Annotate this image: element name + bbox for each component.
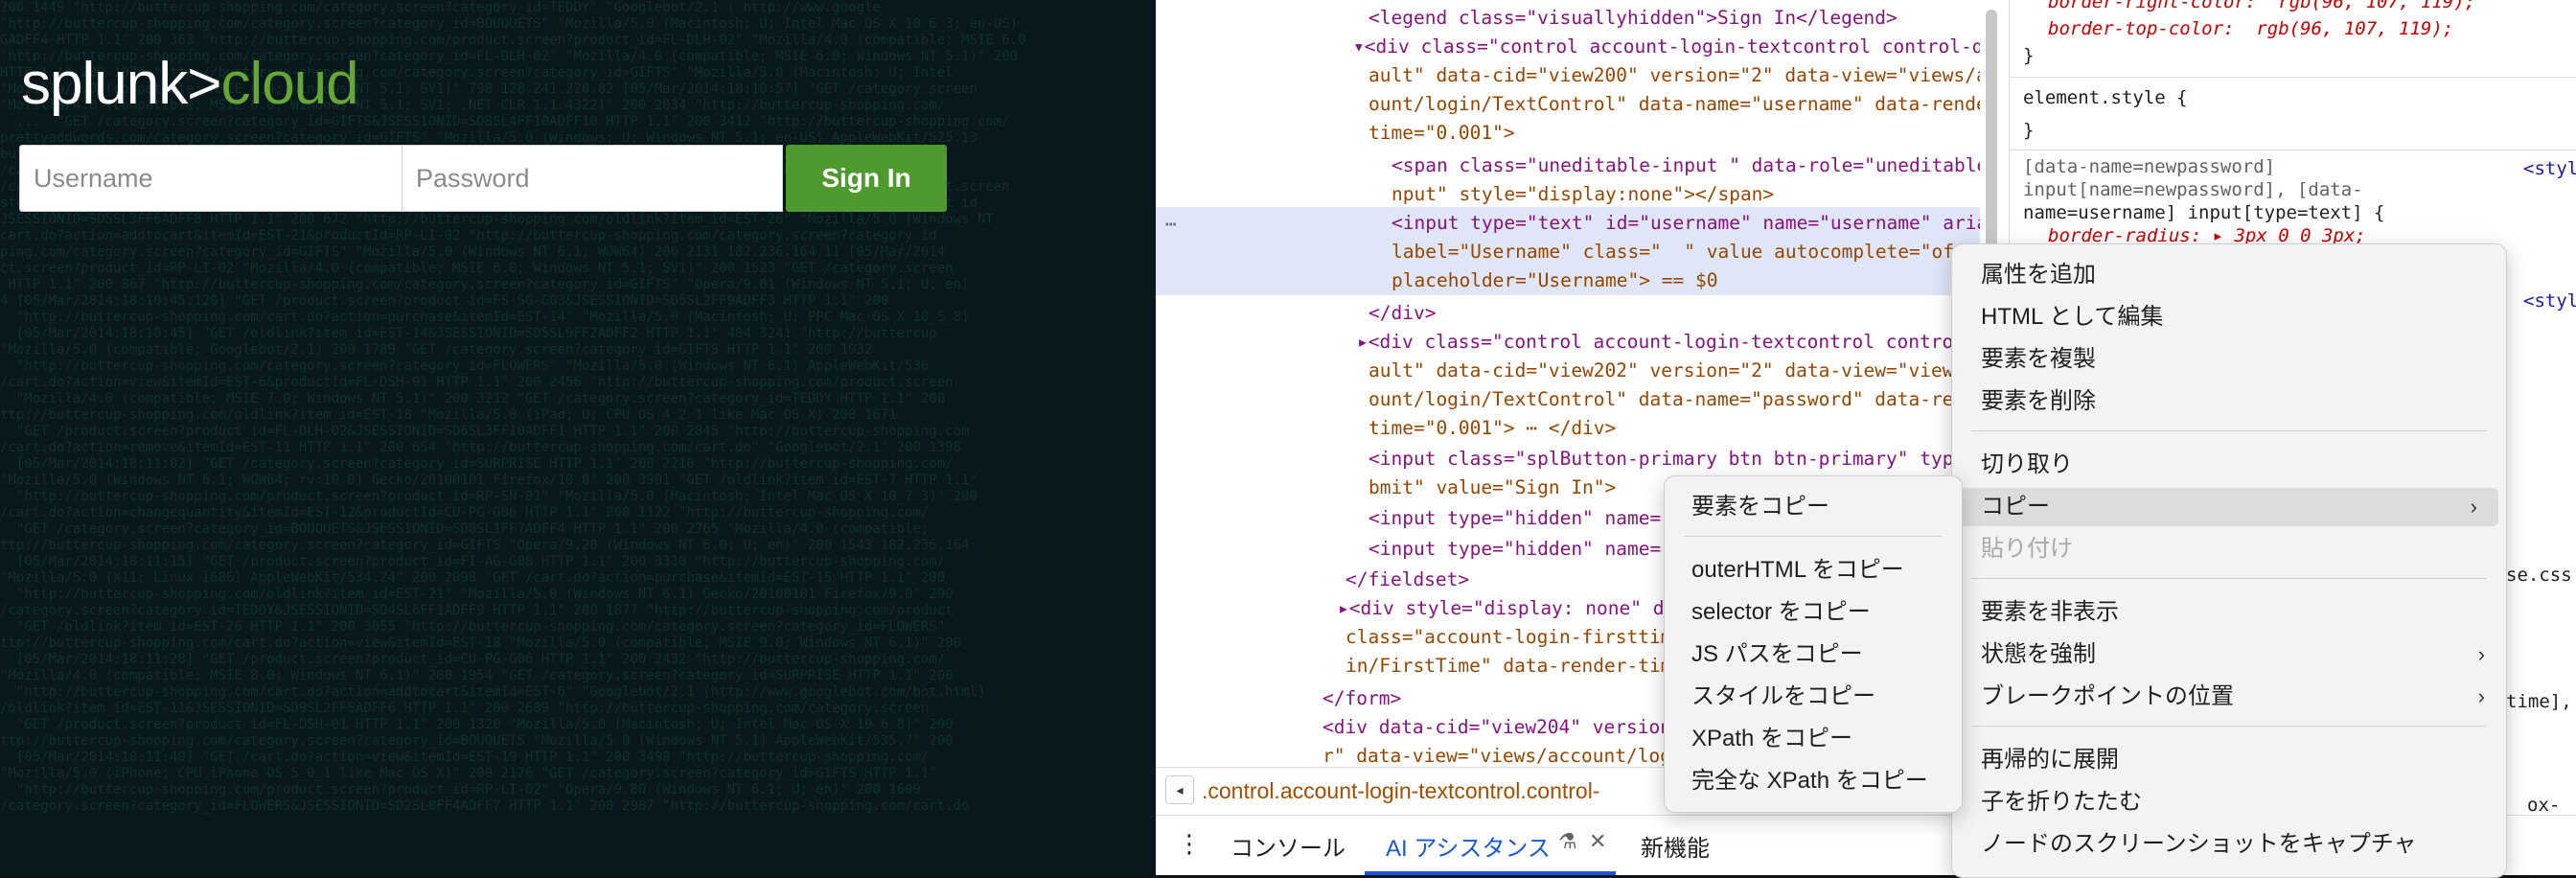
tree-line[interactable]: ault" data-cid="view202" version="2" dat… <box>1368 357 1980 385</box>
menu-item-force-state[interactable]: 状態を強制 › <box>1952 635 2506 674</box>
tree-line[interactable]: <input type="hidden" name="r <box>1368 535 1684 564</box>
style-declaration[interactable]: border-top-color: rgb(96, 107, 119); <box>2048 15 2453 42</box>
menu-item-copy[interactable]: コピー › <box>1960 488 2498 526</box>
tree-line[interactable]: <div data-cid="view204" version= <box>1322 713 1683 742</box>
splunk-login-page: 200 1449 "http://buttercup-shopping.com/… <box>0 0 1156 874</box>
tree-line[interactable]: time="0.001"> ⋯ </div> <box>1368 414 1616 443</box>
password-field[interactable]: Password <box>402 145 783 212</box>
stylesheet-link[interactable]: <style <box>2523 155 2576 182</box>
rule-close: } <box>2023 120 2035 141</box>
menu-item-break-on[interactable]: ブレークポイントの位置 › <box>1952 678 2506 716</box>
menu-item-paste: 貼り付け <box>1981 536 2073 562</box>
tree-line[interactable]: ▸<div style="display: none" dat <box>1338 594 1687 623</box>
tree-line[interactable]: ount/login/TextControl" data-name="passw… <box>1368 385 1980 414</box>
splunk-cloud-logo: splunk>cloud <box>21 51 359 117</box>
node-more-icon[interactable]: ⋯ <box>1165 210 1177 239</box>
tree-line[interactable]: r" data-view="views/account/login <box>1322 742 1693 767</box>
chevron-right-icon: › <box>2477 684 2485 708</box>
experiment-flask-icon: ⚗ <box>1558 829 1577 853</box>
menu-item-cut[interactable]: 切り取り <box>1952 446 2506 484</box>
tree-line[interactable]: bmit" value="Sign In"> <box>1368 474 1616 502</box>
tab-whats-new[interactable]: 新機能 <box>1641 829 1710 863</box>
menu-item-copy-xpath[interactable]: XPath をコピー <box>1665 720 1962 758</box>
tree-line[interactable]: ount/login/TextControl" data-name="usern… <box>1368 90 1980 119</box>
tree-line[interactable]: nput" style="display:none"></span> <box>1392 180 1774 209</box>
tree-line[interactable]: class="account-login-firsttime <box>1346 623 1683 652</box>
tree-line[interactable]: <span class="uneditable-input " data-rol… <box>1392 151 1980 180</box>
chevron-right-icon: › <box>2477 642 2485 666</box>
stylesheet-link[interactable]: <style <box>2523 288 2576 314</box>
tree-line[interactable]: </fieldset> <box>1346 566 1469 594</box>
tree-line-selected[interactable]: <input type="text" id="username" name="u… <box>1392 209 1980 238</box>
menu-item-duplicate-element[interactable]: 要素を複製 <box>1952 340 2506 379</box>
tree-line[interactable]: time="0.001"> <box>1368 119 1515 148</box>
menu-item-copy-js-path[interactable]: JS パスをコピー <box>1665 635 1962 674</box>
tree-line-selected[interactable]: label="Username" class=" " value autocom… <box>1392 238 1980 266</box>
tree-line[interactable]: </form> <box>1322 684 1401 713</box>
tree-line[interactable]: ▾<div class="control account-login-textc… <box>1353 33 1980 61</box>
tab-console[interactable]: コンソール <box>1230 829 1346 863</box>
menu-item-copy-selector[interactable]: selector をコピー <box>1665 593 1962 632</box>
menu-item-add-attribute[interactable]: 属性を追加 <box>1952 256 2506 294</box>
menu-item-copy-styles[interactable]: スタイルをコピー <box>1665 678 1962 716</box>
menu-item-delete-element[interactable]: 要素を削除 <box>1952 382 2506 421</box>
tree-line[interactable]: </div> <box>1368 299 1436 328</box>
tree-line-selected[interactable]: placeholder="Username"> == $0 <box>1392 266 1717 295</box>
tree-line[interactable]: ▸<div class="control account-login-textc… <box>1357 328 1980 357</box>
menu-item-edit-as-html[interactable]: HTML として編集 <box>1952 298 2506 336</box>
element-style-selector[interactable]: element.style { <box>2023 84 2188 111</box>
style-fragment: time], <box>2506 691 2572 712</box>
stylesheet-link[interactable]: se.css <box>2506 562 2572 589</box>
username-field[interactable]: Username <box>19 145 402 212</box>
menu-item-hide-element[interactable]: 要素を非表示 <box>1952 593 2506 632</box>
context-menu: 属性を追加 HTML として編集 要素を複製 要素を削除 切り取り コピー › 貼… <box>1951 243 2507 878</box>
close-tab-icon[interactable]: ✕ <box>1589 829 1606 854</box>
menu-item-capture-node-screenshot[interactable]: ノードのスクリーンショットをキャプチャ <box>1952 825 2506 864</box>
background-log-text: 200 1449 "http://buttercup-shopping.com/… <box>0 0 1026 814</box>
copy-submenu: 要素をコピー outerHTML をコピー selector をコピー JS パ… <box>1664 475 1963 813</box>
rule-close: } <box>2023 45 2035 66</box>
sign-in-button[interactable]: Sign In <box>786 145 947 212</box>
menu-item-copy-element[interactable]: 要素をコピー <box>1665 488 1962 526</box>
tree-line[interactable]: ault" data-cid="view200" version="2" dat… <box>1368 61 1980 90</box>
breadcrumb-scroll-left-button[interactable]: ◂ <box>1165 775 1194 804</box>
menu-item-expand-recursively[interactable]: 再帰的に展開 <box>1952 741 2506 779</box>
tree-line[interactable]: <legend class="visuallyhidden">Sign In</… <box>1368 4 1898 33</box>
style-declaration[interactable]: border-right-color: rgb(96, 107, 119); <box>2048 0 2475 15</box>
breadcrumb-path[interactable]: .control.account-login-textcontrol.contr… <box>1202 768 1599 814</box>
tree-line[interactable]: <input type="hidden" name="c <box>1368 504 1684 533</box>
menu-item-copy-full-xpath[interactable]: 完全な XPath をコピー <box>1665 762 1962 800</box>
drawer-menu-icon[interactable]: ⋮ <box>1177 829 1202 859</box>
chevron-right-icon: › <box>2470 495 2477 519</box>
tab-ai-assistance[interactable]: AI アシスタンス <box>1386 829 1551 863</box>
menu-item-copy-outerhtml[interactable]: outerHTML をコピー <box>1665 551 1962 589</box>
tree-line[interactable]: <input class="splButton-primary btn btn-… <box>1368 445 1980 474</box>
tree-line[interactable]: in/FirstTime" data-render-time <box>1346 652 1683 681</box>
menu-item-collapse-children[interactable]: 子を折りたたむ <box>1952 783 2506 821</box>
